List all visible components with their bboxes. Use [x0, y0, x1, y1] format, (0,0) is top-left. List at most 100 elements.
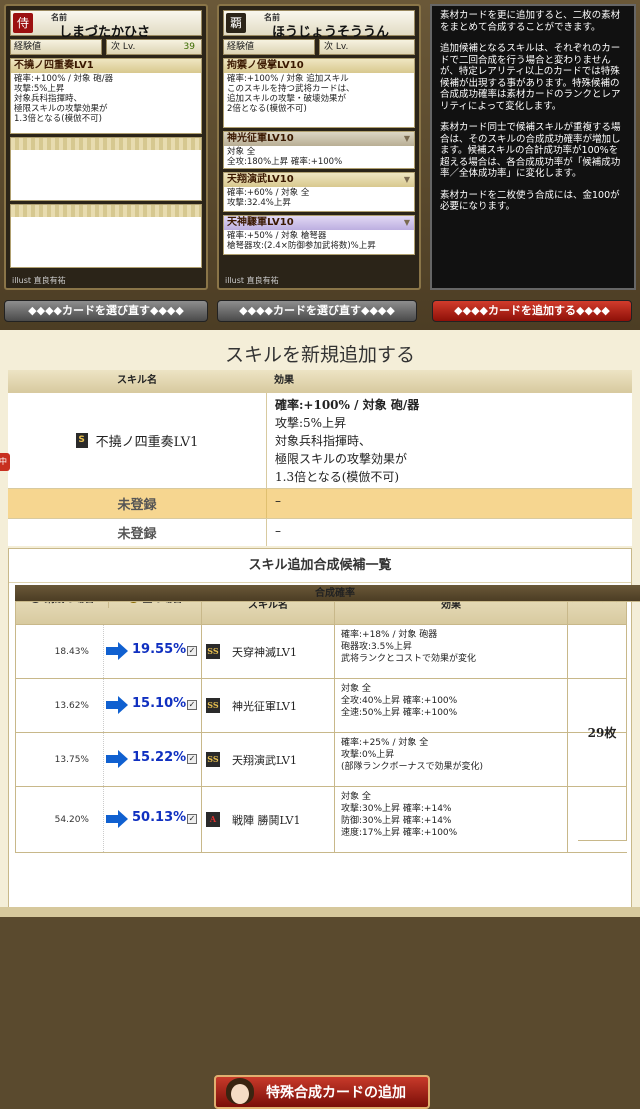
copper-rate: 13.75%: [16, 733, 104, 786]
card-name-bar: 侍 名前 しまづたかひさ: [10, 10, 202, 40]
effect-line: (部隊ランクボーナスで効果が変化): [341, 762, 484, 772]
special-button-label: 特殊合成カードの追加: [266, 1085, 406, 1101]
skill-line: 対象兵科指揮時、: [14, 94, 83, 104]
illustrator-credit: illust 直良有祐: [225, 276, 279, 285]
rate-label: 合成確率: [15, 585, 640, 602]
effect-line: 攻撃:5%上昇: [275, 416, 347, 430]
skill-title: 拘禦ノ侵掌LV10: [224, 59, 414, 73]
top-panel: 侍 名前 しまづたかひさ 経験値 次 Lv. 39 不撓ノ四重奏LV1 確率:+…: [0, 0, 640, 330]
page-title: スキルを新規追加する: [224, 344, 415, 366]
skill-line: 全攻:180%上昇 確率:+100%: [227, 157, 343, 167]
effect-cell: 対象 全 全攻:40%上昇 確率:+100% 全速:50%上昇 確率:+100%: [335, 679, 568, 732]
skill-line: 攻撃:5%上昇: [14, 84, 65, 94]
collapse-arrow-icon[interactable]: ▼: [404, 173, 410, 186]
effect-cell: 確率:+18% / 対象 砲器 砲器攻:3.5%上昇 武将ランクとコストで効果が…: [335, 625, 568, 678]
skill-desc: 確率:+100% / 対象 追加スキル このスキルを持つ武将カードは、 追加スキ…: [224, 73, 414, 115]
effect-line: 確率:+18% / 対象 砲器: [341, 630, 438, 640]
card-name: しまづたかひさ: [59, 25, 151, 40]
reselect-card-button-2[interactable]: ◆◆◆◆カードを選び直す◆◆◆◆: [217, 300, 417, 322]
arrow-right-icon: [106, 642, 128, 660]
table-row: 54.20% 50.13% ✓ A 戦陣 勝鬨LV1 対象 全 攻撃:30%上昇 …: [15, 787, 627, 853]
card-skill-2: 神光征軍LV10 ▼ 対象 全 全攻:180%上昇 確率:+100%: [223, 131, 415, 169]
arrow-right-icon: [106, 696, 128, 714]
skill-name: 戦陣 勝鬨LV1: [232, 813, 301, 827]
material-card-2: 覇 名前 ほうじょうそううん 経験値 次 Lv. 拘禦ノ侵掌LV10 確率:+1…: [217, 4, 421, 290]
next-lv: 次 Lv.: [319, 39, 415, 55]
effect-cell: 確率:+100% / 対象 砲/器 攻撃:5%上昇 対象兵科指揮時、 極限スキル…: [266, 393, 632, 488]
effect-line: 攻撃:0%上昇: [341, 750, 395, 760]
piece-count: 29枚: [578, 625, 627, 841]
skill-slot-stripe: [11, 138, 201, 150]
col-rate: 合成確率 銅銭の場合 金の場合: [15, 585, 640, 624]
select-checkbox[interactable]: ✓: [187, 754, 197, 764]
side-tab-marker[interactable]: 中: [0, 453, 10, 471]
next-lv-label: 次 Lv.: [111, 42, 136, 52]
exp-row: 経験値 次 Lv. 39: [10, 39, 202, 55]
card-name-bar: 覇 名前 ほうじょうそううん: [223, 10, 415, 40]
character-portrait-icon: [222, 1078, 258, 1106]
skill-name: 未登録: [117, 498, 157, 513]
info-paragraph: 追加候補となるスキルは、それぞれのカードで二回合成を行う場合と変わりませんが、特…: [440, 43, 621, 112]
exp-label: 経験値: [10, 39, 102, 55]
skill-line: 確率:+100% / 対象 追加スキル: [227, 74, 349, 84]
skill-line: 極限スキルの攻撃効果が: [14, 104, 108, 114]
copper-rate: 18.43%: [16, 625, 104, 678]
add-special-card-button[interactable]: 特殊合成カードの追加: [214, 1075, 430, 1109]
effect-line: 確率:+100% / 対象 砲/器: [275, 398, 420, 412]
skill-line: このスキルを持つ武将カードは、: [227, 84, 355, 94]
rank-s-icon: S: [75, 433, 88, 448]
gold-rate-cell: 15.22% ✓: [104, 733, 202, 786]
card-skill-2-empty: [10, 137, 202, 201]
effect-line: 対象 全: [341, 792, 371, 802]
effect-cell: 対象 全 攻撃:30%上昇 確率:+14% 防御:30%上昇 確率:+14% 速…: [335, 787, 568, 852]
exp-label: 経験値: [223, 39, 315, 55]
table-row[interactable]: 未登録 –: [8, 518, 632, 546]
effect-line: 対象 全: [341, 684, 371, 694]
gold-rate-cell: 19.55% ✓: [104, 625, 202, 678]
samurai-crest-icon: 侍: [13, 13, 33, 33]
effect-line: 対象兵科指揮時、: [275, 434, 372, 448]
effect-line: 武将ランクとコストで効果が変化: [341, 654, 477, 664]
skill-slot-stripe: [11, 205, 201, 217]
info-panel: 素材カードを更に追加すると、二枚の素材をまとめて合成することができます。 追加候…: [430, 4, 636, 290]
skill-name-cell: S 不撓ノ四重奏LV1: [8, 393, 266, 488]
reselect-card-button-1[interactable]: ◆◆◆◆カードを選び直す◆◆◆◆: [4, 300, 208, 322]
candidate-title: スキル追加合成候補一覧: [9, 549, 631, 583]
skill-line: 槍弩器攻:(2.4×防御参加武将数)%上昇: [227, 241, 376, 251]
card-skill-3: 天翔演武LV10 ▼ 確率:+60% / 対象 全 攻撃:32.4%上昇: [223, 172, 415, 212]
add-card-button[interactable]: ◆◆◆◆カードを追加する◆◆◆◆: [432, 300, 632, 322]
gold-rate: 19.55%: [132, 642, 187, 657]
skill-title: 神光征軍LV10 ▼: [224, 132, 414, 146]
col-effect: 効果: [274, 375, 294, 386]
select-checkbox[interactable]: ✓: [187, 700, 197, 710]
effect-cell: 確率:+25% / 対象 全 攻撃:0%上昇 (部隊ランクボーナスで効果が変化): [335, 733, 568, 786]
exp-row: 経験値 次 Lv.: [223, 39, 415, 55]
select-checkbox[interactable]: ✓: [187, 814, 197, 824]
effect-line: 砲器攻:3.5%上昇: [341, 642, 412, 652]
skill-name: 未登録: [117, 527, 157, 542]
rank-ss-icon: SS: [206, 698, 220, 713]
info-paragraph: 素材カードを二枚使う合成には、金100が必要になります。: [440, 189, 620, 213]
skill-desc: 確率:+60% / 対象 全 攻撃:32.4%上昇: [224, 187, 414, 209]
rank-a-icon: A: [206, 812, 220, 827]
gold-rate-cell: 50.13% ✓: [104, 787, 202, 852]
skill-name-cell: A 戦陣 勝鬨LV1: [202, 787, 335, 852]
illustrator-credit: illust 直良有祐: [12, 276, 66, 285]
info-paragraph: 素材カード同士で候補スキルが重複する場合は、そのスキルの合成成功確率が増加します…: [440, 122, 621, 179]
copper-rate: 54.20%: [16, 787, 104, 852]
table-row: 13.75% 15.22% ✓ SS 天翔演武LV1 確率:+25% / 対象 全…: [15, 733, 627, 787]
skill-name-cell: SS 神光征軍LV1: [202, 679, 335, 732]
effect-line: 防御:30%上昇 確率:+14%: [341, 816, 452, 826]
table-row[interactable]: S 不撓ノ四重奏LV1 確率:+100% / 対象 砲/器 攻撃:5%上昇 対象…: [8, 392, 632, 488]
select-checkbox[interactable]: ✓: [187, 646, 197, 656]
main-panel: スキルを新規追加する スキル名 効果 S 不撓ノ四重奏LV1 確率:+100% …: [0, 330, 640, 1109]
skill-desc: 確率:+100% / 対象 砲/器 攻撃:5%上昇 対象兵科指揮時、 極限スキル…: [11, 73, 201, 125]
skill-name: 不撓ノ四重奏LV1: [95, 435, 199, 450]
table-row[interactable]: 未登録 –: [8, 488, 632, 518]
effect-line: 全攻:40%上昇 確率:+100%: [341, 696, 458, 706]
skill-line: 1.3倍となる(模倣不可): [14, 114, 102, 124]
collapse-arrow-icon[interactable]: ▼: [404, 216, 410, 229]
collapse-arrow-icon[interactable]: ▼: [404, 132, 410, 145]
card-skill-1: 拘禦ノ侵掌LV10 確率:+100% / 対象 追加スキル このスキルを持つ武将…: [223, 58, 415, 128]
skill-line: 2倍となる(模倣不可): [227, 104, 307, 114]
